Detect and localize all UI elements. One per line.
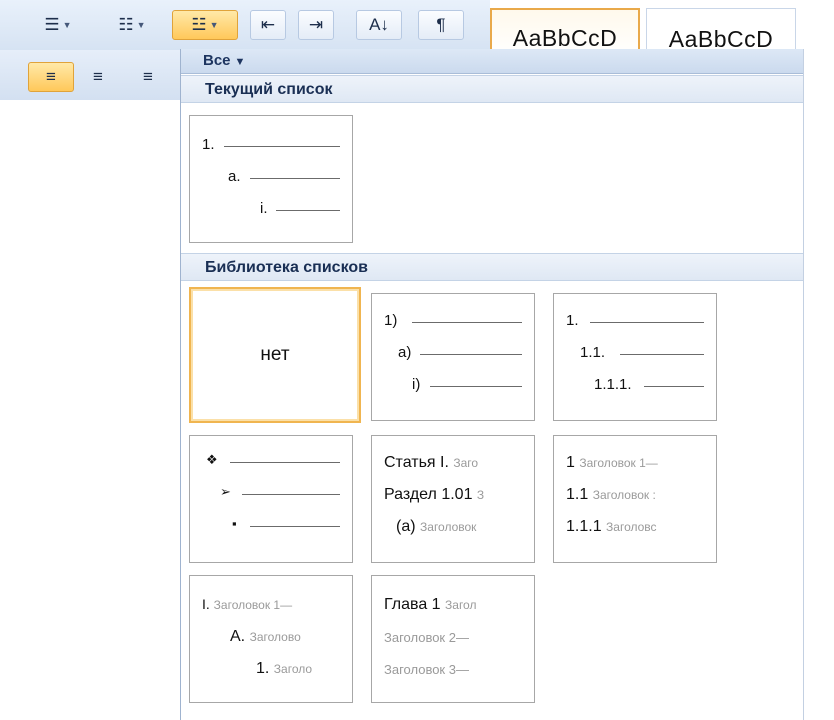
decrease-indent-icon: ⇤ bbox=[260, 15, 276, 34]
level-1-label: 1. bbox=[202, 136, 215, 153]
show-formatting-button[interactable]: ¶ bbox=[418, 10, 464, 40]
heading-sample: Заголово bbox=[249, 630, 301, 644]
level-line bbox=[276, 210, 340, 211]
level-3-label: i. bbox=[260, 200, 268, 217]
heading-sample: Заго bbox=[453, 456, 479, 470]
multilevel-list-dropdown: Все ▼ Текущий список 1. a. i. Библиотека … bbox=[180, 49, 804, 720]
chevron-down-icon: ▼ bbox=[136, 20, 146, 30]
level-prefix: 1.1.1 bbox=[566, 518, 602, 535]
level-line bbox=[590, 322, 704, 323]
list-paren-tile[interactable]: 1) a) i) bbox=[371, 293, 535, 421]
level-line bbox=[250, 178, 340, 179]
bullet-list-icon: ☰ bbox=[44, 15, 60, 34]
square-bullet-icon: ▪ bbox=[232, 516, 237, 531]
filter-dropdown[interactable]: Все ▼ bbox=[203, 52, 245, 69]
level-1-label: 1. bbox=[566, 312, 579, 329]
heading-sample: Загол bbox=[445, 598, 477, 612]
level-line bbox=[242, 494, 340, 495]
section-prefix: Раздел 1.01 bbox=[384, 486, 473, 503]
heading-sample: Заголовок : bbox=[592, 488, 656, 502]
diamond-bullet-icon: ❖ bbox=[206, 452, 218, 467]
align-right-icon: ≡ bbox=[143, 67, 153, 86]
multilevel-list-icon: ☳ bbox=[191, 15, 207, 34]
arrow-bullet-icon: ➢ bbox=[220, 484, 231, 499]
increase-indent-icon: ⇥ bbox=[308, 15, 324, 34]
level-2-label: a) bbox=[398, 344, 412, 361]
level-line bbox=[230, 462, 340, 463]
increase-indent-button[interactable]: ⇥ bbox=[298, 10, 334, 40]
sort-button[interactable]: A↓ bbox=[356, 10, 402, 40]
multilevel-list-button[interactable]: ☳ ▼ bbox=[172, 10, 238, 40]
heading-sample: Заголовс bbox=[606, 520, 657, 534]
item-prefix: (a) bbox=[396, 518, 416, 535]
level-line bbox=[620, 354, 704, 355]
numbered-list-icon: ☷ bbox=[118, 15, 134, 34]
level-line bbox=[250, 526, 340, 527]
level-2-label: 1.1. bbox=[580, 344, 606, 361]
list-none-tile[interactable]: нет bbox=[189, 287, 361, 423]
library-heading: Библиотека списков bbox=[181, 253, 803, 281]
article-prefix: Статья I. bbox=[384, 454, 449, 471]
roman-line-3: 1. Заголо bbox=[256, 660, 312, 678]
heading-sample: З bbox=[476, 488, 485, 502]
heading-line-2: 1.1 Заголовок : bbox=[566, 486, 656, 504]
heading-sample: Заголо bbox=[273, 662, 313, 676]
align-center-icon: ≡ bbox=[93, 67, 103, 86]
chevron-down-icon: ▼ bbox=[234, 56, 246, 68]
level-1-label: 1) bbox=[384, 312, 398, 329]
chapter-line-1: Глава 1 Загол bbox=[384, 596, 476, 614]
filter-bar: Все ▼ bbox=[181, 49, 803, 74]
level-line bbox=[430, 386, 522, 387]
current-list-heading: Текущий список bbox=[181, 75, 803, 103]
list-decimal-tile[interactable]: 1. 1.1. 1.1.1. bbox=[553, 293, 717, 421]
list-chapter-tile[interactable]: Глава 1 Загол Заголовок 2— Заголовок 3— bbox=[371, 575, 535, 703]
level-prefix: 1 bbox=[566, 454, 575, 471]
heading-sample: Заголовок 1— bbox=[579, 456, 658, 470]
align-right-button[interactable]: ≡ bbox=[128, 62, 168, 92]
article-line-3: (a) Заголовок bbox=[396, 518, 476, 536]
article-line-2: Раздел 1.01 З bbox=[384, 486, 484, 504]
style-preview-text: AaBbCcD bbox=[512, 25, 618, 51]
level-3-label: i) bbox=[412, 376, 421, 393]
align-left-icon: ≡ bbox=[46, 67, 56, 86]
roman-line-1: I. Заголовок 1— bbox=[202, 596, 292, 612]
heading-sample: Заголовок 1— bbox=[213, 598, 293, 612]
list-article-tile[interactable]: Статья I. Заго Раздел 1.01 З (a) Заголов… bbox=[371, 435, 535, 563]
chevron-down-icon: ▼ bbox=[62, 20, 72, 30]
chevron-down-icon: ▼ bbox=[209, 20, 219, 30]
align-center-button[interactable]: ≡ bbox=[78, 62, 118, 92]
bullets-button[interactable]: ☰ ▼ bbox=[28, 10, 88, 40]
heading-line-3: 1.1.1 Заголовс bbox=[566, 518, 657, 536]
level-prefix: I. bbox=[202, 596, 210, 612]
filter-label: Все bbox=[203, 52, 231, 69]
level-2-label: a. bbox=[228, 168, 241, 185]
pilcrow-icon: ¶ bbox=[436, 15, 446, 34]
level-prefix: 1.1 bbox=[566, 486, 589, 503]
list-bullets-tile[interactable]: ❖ ➢ ▪ bbox=[189, 435, 353, 563]
level-line bbox=[224, 146, 340, 147]
level-line bbox=[412, 322, 522, 323]
sort-az-icon: A↓ bbox=[369, 15, 389, 34]
roman-line-2: A. Заголово bbox=[230, 628, 301, 646]
numbering-button[interactable]: ☷ ▼ bbox=[98, 10, 166, 40]
chapter-prefix: Глава 1 bbox=[384, 596, 441, 613]
level-3-label: 1.1.1. bbox=[594, 376, 632, 393]
heading-sample: Заголовок bbox=[420, 520, 477, 534]
list-roman-headings-tile[interactable]: I. Заголовок 1— A. Заголово 1. Заголо bbox=[189, 575, 353, 703]
current-list-tile[interactable]: 1. a. i. bbox=[189, 115, 353, 243]
heading-line-1: 1 Заголовок 1— bbox=[566, 454, 658, 472]
decrease-indent-button[interactable]: ⇤ bbox=[250, 10, 286, 40]
none-label: нет bbox=[260, 344, 290, 365]
level-line bbox=[644, 386, 704, 387]
heading-2-sample: Заголовок 2— bbox=[384, 630, 469, 645]
level-prefix: A. bbox=[230, 628, 246, 645]
level-line bbox=[420, 354, 522, 355]
level-prefix: 1. bbox=[256, 660, 270, 677]
article-line-1: Статья I. Заго bbox=[384, 454, 478, 472]
list-heading-numbered-tile[interactable]: 1 Заголовок 1— 1.1 Заголовок : 1.1.1 Заг… bbox=[553, 435, 717, 563]
align-left-button[interactable]: ≡ bbox=[28, 62, 74, 92]
heading-3-sample: Заголовок 3— bbox=[384, 662, 469, 677]
